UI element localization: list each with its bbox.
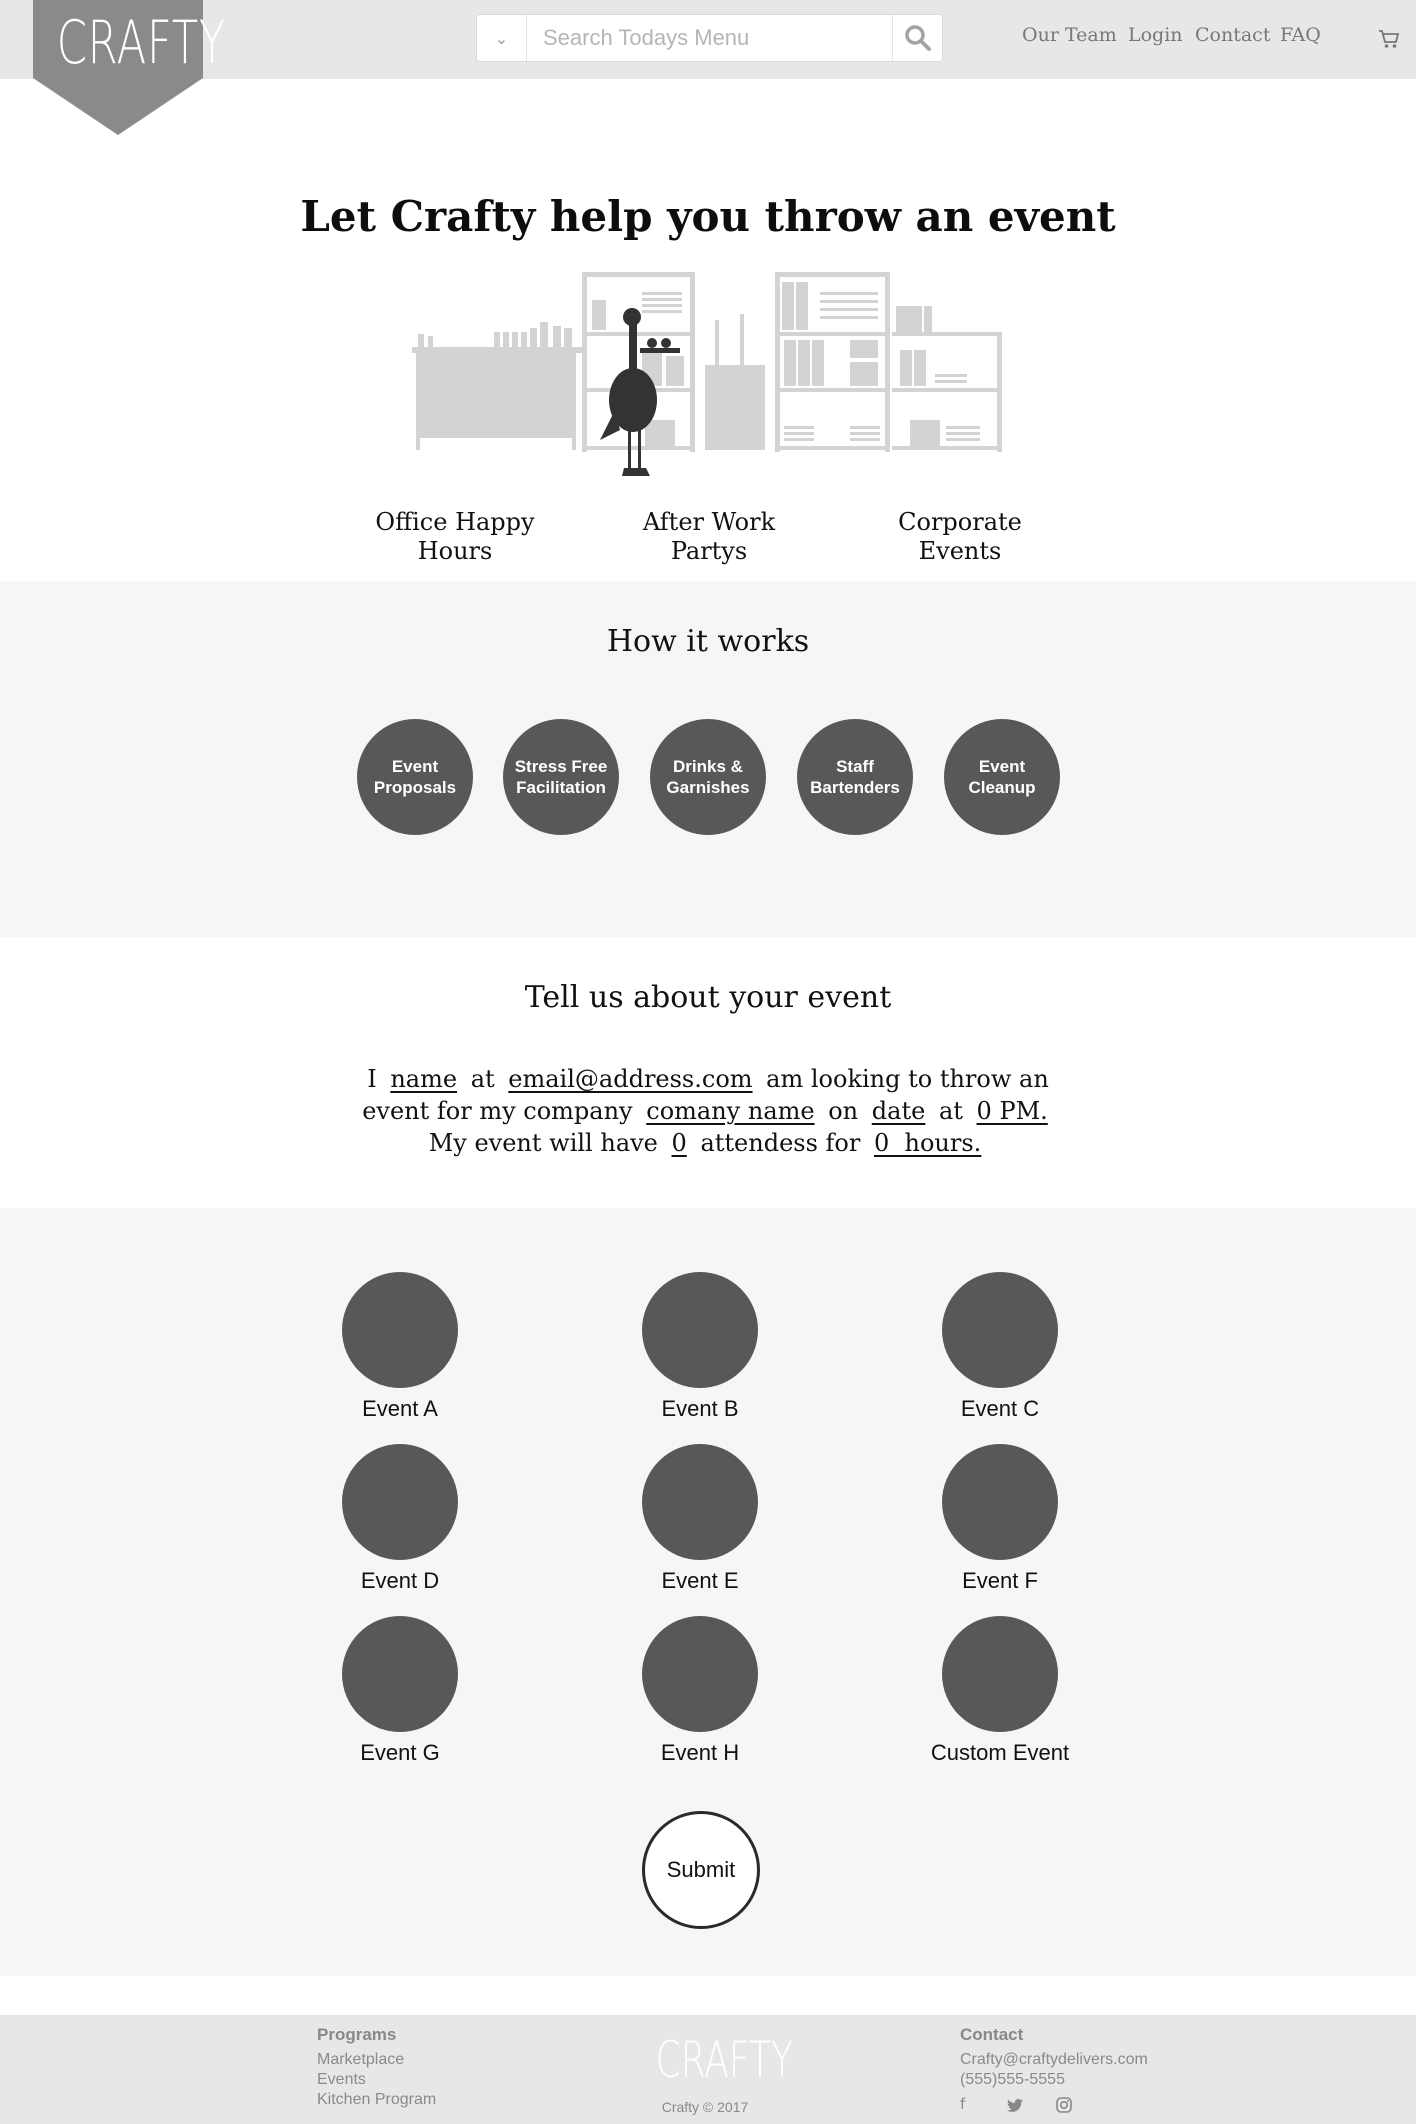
event-b-image: [642, 1272, 758, 1388]
event-option-f[interactable]: Event F: [900, 1444, 1100, 1594]
category-office-happy-hours[interactable]: Office Happy Hours: [340, 508, 570, 566]
footer-contact: Contact Crafty@craftydelivers.com (555)5…: [960, 2025, 1148, 2090]
nav-our-team[interactable]: Our Team: [1022, 24, 1117, 46]
search-button[interactable]: [892, 15, 942, 61]
category-corporate-events[interactable]: Corporate Events: [845, 508, 1075, 566]
top-header: CRAFTY ⌄ Our Team Login Contact FAQ: [0, 0, 1416, 135]
cart-icon: [1379, 30, 1400, 48]
event-sentence-line-1: I name at email@address.com am looking t…: [367, 1065, 1049, 1093]
event-g-image: [342, 1616, 458, 1732]
nav-faq[interactable]: FAQ: [1280, 24, 1321, 46]
submit-button[interactable]: Submit: [642, 1811, 760, 1929]
event-option-b[interactable]: Event B: [600, 1272, 800, 1422]
company-field[interactable]: comany name: [646, 1097, 814, 1125]
step-stress-free-facilitation[interactable]: Stress Free Facilitation: [503, 719, 619, 835]
how-it-works-section: How it works Event Proposals Stress Free F…: [0, 581, 1416, 937]
attendees-field[interactable]: 0: [672, 1129, 687, 1157]
step-event-proposals[interactable]: Event Proposals: [357, 719, 473, 835]
event-sentence-line-2: event for my company comany name on date…: [362, 1097, 1048, 1125]
bar-illustration: [412, 272, 1002, 476]
event-c-image: [942, 1272, 1058, 1388]
logo-text: CRAFTY: [56, 8, 226, 78]
event-f-image: [942, 1444, 1058, 1560]
event-sentence-line-3: My event will have 0 attendess for 0 hou…: [428, 1129, 982, 1157]
event-option-c[interactable]: Event C: [900, 1272, 1100, 1422]
event-h-image: [642, 1616, 758, 1732]
search-icon: [904, 25, 931, 51]
email-field[interactable]: email@address.com: [508, 1065, 752, 1093]
footer-link-events[interactable]: Events: [317, 2070, 436, 2090]
footer-logo[interactable]: CRAFTY: [656, 2031, 793, 2089]
cart-button[interactable]: [1378, 28, 1400, 54]
footer-link-kitchen-program[interactable]: Kitchen Program: [317, 2090, 436, 2110]
step-staff-bartenders[interactable]: Staff Bartenders: [797, 719, 913, 835]
event-option-e[interactable]: Event E: [600, 1444, 800, 1594]
date-field[interactable]: date: [872, 1097, 926, 1125]
facebook-icon[interactable]: f: [960, 2095, 965, 2113]
nav-contact[interactable]: Contact: [1195, 24, 1270, 46]
footer-programs: Programs Marketplace Events Kitchen Prog…: [317, 2025, 436, 2110]
programs-heading: Programs: [317, 2025, 397, 2044]
hero-title: Let Crafty help you throw an event: [300, 192, 1116, 241]
twitter-icon[interactable]: [1007, 2098, 1023, 2116]
event-option-d[interactable]: Event D: [300, 1444, 500, 1594]
tell-us-title: Tell us about your event: [524, 980, 892, 1015]
event-option-a[interactable]: Event A: [300, 1272, 500, 1422]
event-option-custom[interactable]: Custom Event: [900, 1616, 1100, 1766]
custom-event-image: [942, 1616, 1058, 1732]
search-category-dropdown[interactable]: ⌄: [477, 15, 527, 61]
nav-login[interactable]: Login: [1128, 24, 1183, 46]
how-it-works-title: How it works: [606, 624, 810, 659]
event-option-h[interactable]: Event H: [600, 1616, 800, 1766]
search-input[interactable]: [529, 15, 879, 61]
crafty-logo[interactable]: CRAFTY: [33, 0, 226, 135]
copyright: Crafty © 2017: [661, 2099, 749, 2115]
hours-field[interactable]: 0 hours.: [874, 1129, 981, 1157]
event-d-image: [342, 1444, 458, 1560]
chevron-down-icon: ⌄: [494, 28, 509, 48]
contact-heading: Contact: [960, 2025, 1024, 2044]
footer: Programs Marketplace Events Kitchen Prog…: [0, 2015, 1416, 2124]
step-drinks-garnishes[interactable]: Drinks & Garnishes: [650, 719, 766, 835]
event-e-image: [642, 1444, 758, 1560]
event-a-image: [342, 1272, 458, 1388]
event-option-g[interactable]: Event G: [300, 1616, 500, 1766]
time-field[interactable]: 0 PM.: [977, 1097, 1048, 1125]
footer-link-marketplace[interactable]: Marketplace: [317, 2050, 436, 2070]
search-bar: ⌄: [476, 14, 943, 62]
name-field[interactable]: name: [390, 1065, 457, 1093]
step-event-cleanup[interactable]: Event Cleanup: [944, 719, 1060, 835]
instagram-icon[interactable]: [1056, 2097, 1072, 2117]
category-after-work-partys[interactable]: After Work Partys: [594, 508, 824, 566]
footer-phone: (555)555-5555: [960, 2071, 1065, 2088]
footer-email-link[interactable]: Crafty@craftydelivers.com: [960, 2050, 1148, 2070]
